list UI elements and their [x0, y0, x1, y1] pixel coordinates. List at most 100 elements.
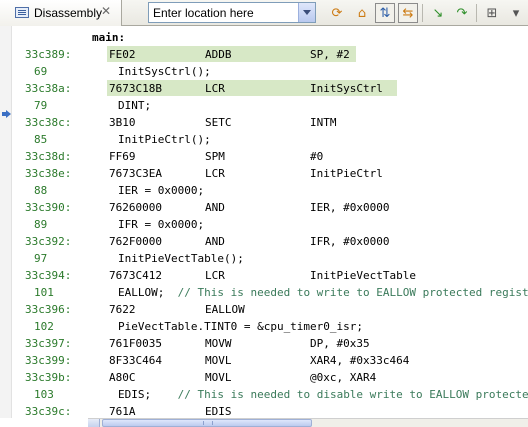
address: 33c389:	[25, 48, 72, 61]
operands: InitPieVectTable	[310, 269, 416, 282]
asm-row: 33c39c: 761A EDIS	[12, 403, 528, 418]
go-to-address-icon[interactable]: ⟳	[327, 3, 347, 23]
source-row: 85 InitPieCtrl();	[12, 131, 528, 148]
source-row: 89 IFR = 0x0000;	[12, 216, 528, 233]
source-comment: // This is needed to disable write to EA…	[177, 388, 528, 401]
opcode: 7673C3EA	[109, 167, 162, 180]
line-number: 97	[34, 252, 48, 265]
opcode: 7622	[109, 303, 136, 316]
scrollbar-thumb[interactable]	[102, 419, 312, 427]
operands: #0	[310, 150, 324, 163]
opcode: 3B10	[109, 116, 136, 129]
address: 33c39c:	[25, 405, 72, 418]
location-combo[interactable]	[148, 2, 316, 23]
operands: InitSysCtrl	[310, 82, 383, 95]
source-text: DINT;	[118, 99, 152, 112]
source-text: IER = 0x0000;	[118, 184, 205, 197]
source-text: InitPieCtrl();	[118, 133, 211, 146]
opcode: 7673C412	[109, 269, 162, 282]
tab-disassembly[interactable]: Disassembly ✕	[0, 0, 122, 26]
asm-row: 33c38e: 7673C3EA LCR InitPieCtrl	[12, 165, 528, 182]
asm-row: 33c397: 761F0035 MOVW DP, #0x35	[12, 335, 528, 352]
asm-row-current: 33c38a: 7673C18B LCR InitSysCtrl	[12, 80, 528, 97]
mnemonic: SPM	[205, 150, 225, 163]
source-text: InitSysCtrl();	[118, 65, 211, 78]
source-code: EDIS;	[118, 388, 152, 401]
vertical-ruler[interactable]	[0, 26, 12, 418]
opcode: FF69	[109, 150, 136, 163]
asm-row: 33c399: 8F33C464 MOVL XAR4, #0x33c464	[12, 352, 528, 369]
opcode: A80C	[109, 371, 136, 384]
asm-row: 33c38d: FF69 SPM #0	[12, 148, 528, 165]
asm-row: 33c39b: A80C MOVL @0xc, XAR4	[12, 369, 528, 386]
operands: @0xc, XAR4	[310, 371, 377, 384]
source-row: 101 EALLOW; // This is needed to write t…	[12, 284, 528, 301]
chevron-down-icon[interactable]	[298, 3, 315, 22]
mnemonic: ADDB	[205, 48, 232, 61]
operands: IFR, #0x0000	[310, 235, 390, 248]
source-code: EALLOW;	[118, 286, 165, 299]
source-text: IFR = 0x0000;	[118, 218, 205, 231]
view-menu-icon[interactable]: ▾	[506, 3, 526, 23]
opcode: 76260000	[109, 201, 162, 214]
address: 33c38c:	[25, 116, 72, 129]
source-row: 69 InitSysCtrl();	[12, 63, 528, 80]
opcode: 761F0035	[109, 337, 162, 350]
mnemonic: LCR	[205, 82, 225, 95]
program-counter-icon	[2, 110, 11, 118]
line-number: 102	[34, 320, 54, 333]
address: 33c392:	[25, 235, 72, 248]
line-number: 89	[34, 218, 48, 231]
line-number: 101	[34, 286, 54, 299]
operands: INTM	[310, 116, 337, 129]
location-input[interactable]	[149, 3, 301, 22]
address: 33c38e:	[25, 167, 72, 180]
source-row: 102 PieVectTable.TINT0 = &cpu_timer0_isr…	[12, 318, 528, 335]
scrollbar-corner	[0, 418, 88, 427]
step-over-icon[interactable]: ↷	[452, 3, 472, 23]
show-source-icon[interactable]: ⇅	[375, 3, 395, 23]
operands: DP, #0x35	[310, 337, 370, 350]
new-view-icon[interactable]: ⊞	[482, 3, 502, 23]
asm-row: 33c394: 7673C412 LCR InitPieVectTable	[12, 267, 528, 284]
asm-row: 33c389: FE02 ADDB SP, #2	[12, 46, 528, 63]
tab-label: Disassembly	[34, 6, 103, 20]
source-text: PieVectTable.TINT0 = &cpu_timer0_isr;	[118, 320, 364, 333]
mnemonic: AND	[205, 201, 225, 214]
line-number: 85	[34, 133, 48, 146]
code-row: main:	[12, 29, 528, 46]
close-icon[interactable]: ✕	[99, 4, 113, 18]
source-row: 79 DINT;	[12, 97, 528, 114]
scroll-left-button[interactable]	[88, 419, 100, 427]
step-into-icon[interactable]: ↘	[428, 3, 448, 23]
mnemonic: SETC	[205, 116, 232, 129]
line-number: 69	[34, 65, 48, 78]
source-text: EDIS; // This is needed to disable write…	[118, 388, 528, 401]
source-text: InitPieVectTable();	[118, 252, 244, 265]
mnemonic: LCR	[205, 269, 225, 282]
source-row: 88 IER = 0x0000;	[12, 182, 528, 199]
home-pc-icon[interactable]: ⌂	[352, 3, 372, 23]
view-toolbar: Disassembly ✕ ⟳ ⌂ ⇅ ⇆ ↘ ↷ ⊞ ▾	[0, 0, 528, 26]
source-text: EALLOW; // This is needed to write to EA…	[118, 286, 528, 299]
operands: IER, #0x0000	[310, 201, 390, 214]
grip-icon	[203, 421, 213, 425]
address: 33c396:	[25, 303, 72, 316]
address: 33c397:	[25, 337, 72, 350]
source-row: 97 InitPieVectTable();	[12, 250, 528, 267]
address: 33c38d:	[25, 150, 72, 163]
sync-source-icon[interactable]: ⇆	[398, 3, 418, 23]
horizontal-scrollbar[interactable]	[88, 418, 528, 427]
asm-row: 33c390: 76260000 AND IER, #0x0000	[12, 199, 528, 216]
address: 33c390:	[25, 201, 72, 214]
operands: SP, #2	[310, 48, 350, 61]
address: 33c399:	[25, 354, 72, 367]
operands: InitPieCtrl	[310, 167, 383, 180]
opcode: 762F0000	[109, 235, 162, 248]
mnemonic: MOVL	[205, 371, 232, 384]
mnemonic: EALLOW	[205, 303, 245, 316]
opcode: 7673C18B	[109, 82, 162, 95]
source-row: 103 EDIS; // This is needed to disable w…	[12, 386, 528, 403]
disassembly-code-view[interactable]: main: 33c389: FE02 ADDB SP, #2 69 InitSy…	[12, 26, 528, 418]
source-comment: // This is needed to write to EALLOW pro…	[177, 286, 528, 299]
